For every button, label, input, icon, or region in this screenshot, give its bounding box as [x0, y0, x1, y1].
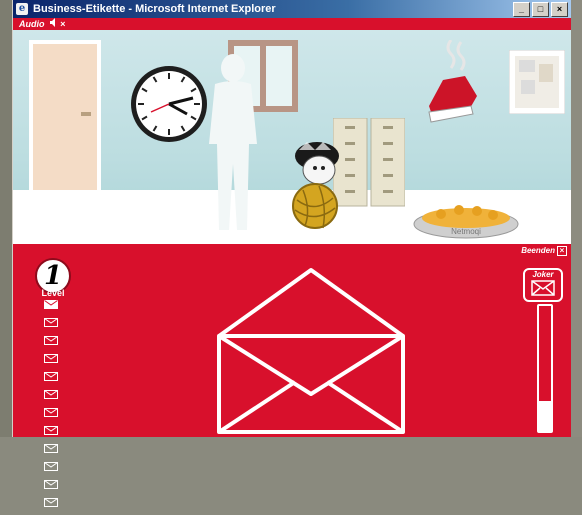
window-title: Business-Etikette - Microsoft Internet E… — [33, 3, 276, 15]
exit-button[interactable]: Beenden × — [521, 246, 567, 256]
pinboard-icon — [509, 50, 565, 114]
separator-bar — [13, 244, 571, 258]
joker-meter-fill — [539, 401, 551, 431]
filing-cabinet-icon — [333, 118, 405, 207]
level-envelope-icon — [44, 354, 58, 363]
audio-mute-button[interactable]: × — [60, 18, 65, 30]
level-envelope-icon — [44, 336, 58, 345]
level-envelope-icon — [44, 318, 58, 327]
level-envelope-icon — [44, 372, 58, 381]
minimize-button[interactable]: _ — [513, 2, 530, 17]
level-envelope-icon — [44, 426, 58, 435]
exit-label: Beenden — [521, 246, 555, 255]
level-envelope-list — [43, 299, 61, 515]
maximize-button[interactable]: □ — [532, 2, 549, 17]
speaker-icon[interactable] — [50, 18, 59, 30]
level-label: Level — [41, 288, 65, 298]
level-envelope-icon — [44, 408, 58, 417]
door-icon — [29, 40, 101, 190]
yarn-ball-icon — [292, 183, 338, 229]
game-panel: 1 Level Joker — [13, 258, 571, 507]
audio-bar: Audio × — [13, 18, 571, 30]
desktop-right — [570, 0, 582, 437]
bowl-icon: Netmoqi — [413, 205, 519, 239]
level-envelope-icon — [44, 462, 58, 471]
level-envelope-icon — [44, 444, 58, 453]
level-envelope-icon — [44, 498, 58, 507]
sneaker-icon — [428, 40, 477, 123]
joker-label: Joker — [532, 270, 554, 279]
large-envelope-icon[interactable] — [215, 266, 407, 436]
office-scene: Netmoqi — [13, 30, 571, 244]
desktop-left — [0, 0, 12, 437]
close-button[interactable]: × — [551, 2, 568, 17]
level-envelope-icon — [44, 390, 58, 399]
ie-icon: e — [16, 3, 28, 15]
level-envelope-icon — [44, 300, 58, 309]
browser-window: e Business-Etikette - Microsoft Internet… — [12, 0, 571, 507]
envelope-icon — [531, 280, 555, 296]
joker-meter — [537, 304, 553, 433]
title-bar[interactable]: e Business-Etikette - Microsoft Internet… — [13, 0, 571, 18]
bowl-label: Netmoqi — [451, 227, 481, 236]
audio-label: Audio — [19, 19, 45, 29]
exit-close-icon[interactable]: × — [557, 246, 567, 256]
window-controls: _ □ × — [513, 2, 568, 17]
level-envelope-icon — [44, 480, 58, 489]
silhouette-icon — [209, 54, 257, 230]
